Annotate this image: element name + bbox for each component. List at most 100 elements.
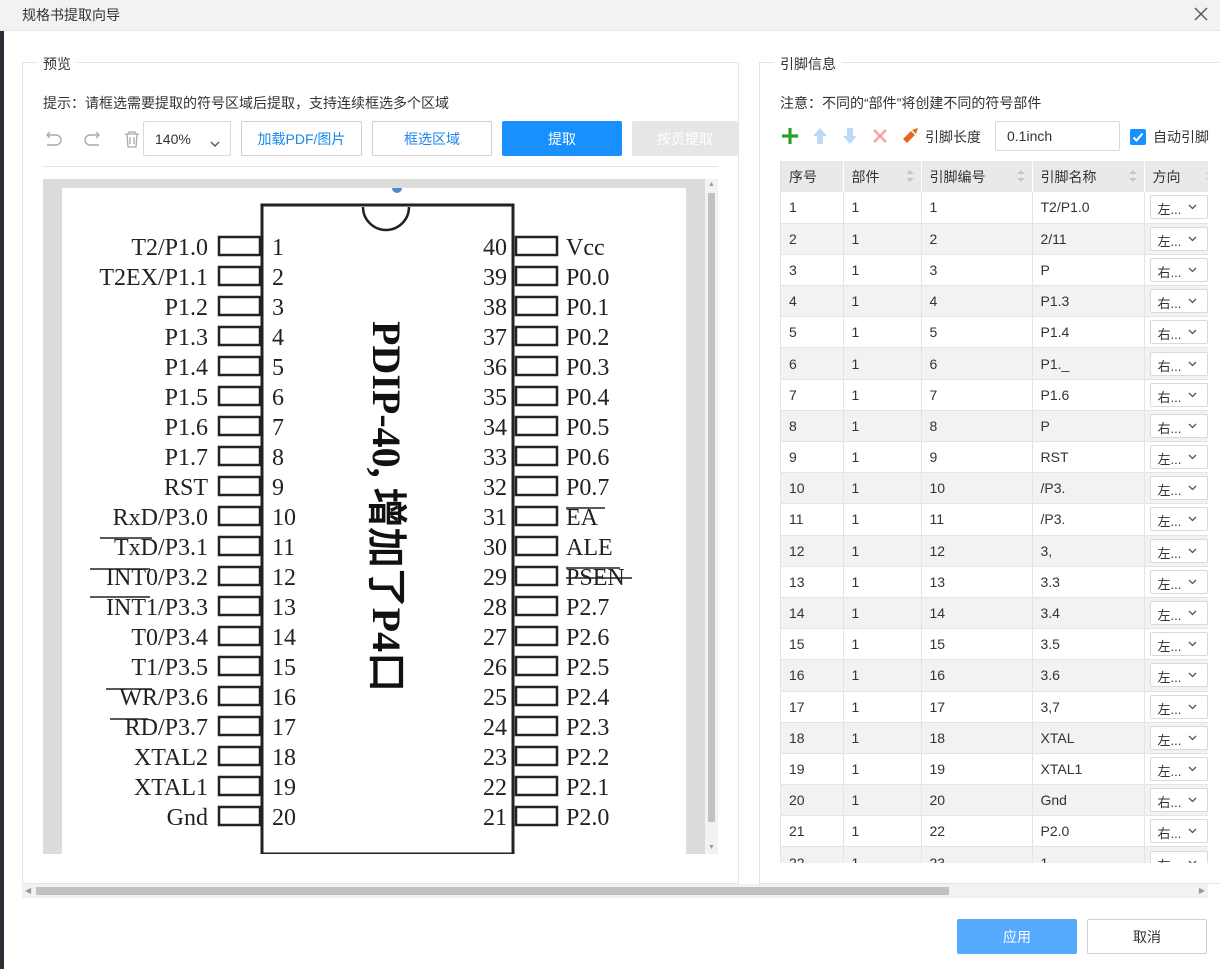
cell-part[interactable]: 1 <box>843 815 922 848</box>
cell-pin-number[interactable]: 4 <box>921 285 1033 318</box>
move-down-icon[interactable] <box>838 124 862 148</box>
cell-pin-name[interactable]: T2/P1.0 <box>1032 192 1145 224</box>
col-pin-number[interactable]: 引脚编号 <box>921 161 1033 192</box>
direction-select[interactable]: 左... <box>1149 850 1208 863</box>
table-row[interactable]: 20 1 20 Gnd 右... <box>781 784 1208 817</box>
table-row[interactable]: 1 1 1 T2/P1.0 左... <box>781 192 1208 224</box>
cell-pin-number[interactable]: 8 <box>921 410 1033 443</box>
table-row[interactable]: 9 1 9 RST 左... <box>781 441 1208 474</box>
direction-select[interactable]: 右... <box>1149 382 1208 407</box>
direction-select[interactable]: 左... <box>1149 476 1208 501</box>
direction-select[interactable]: 左... <box>1149 569 1208 594</box>
cell-pin-name[interactable]: 1 <box>1032 846 1145 863</box>
cell-part[interactable]: 1 <box>843 192 922 224</box>
cell-pin-number[interactable]: 10 <box>921 472 1033 505</box>
col-part[interactable]: 部件 <box>843 161 922 192</box>
table-row[interactable]: 4 1 4 P1.3 右... <box>781 285 1208 318</box>
cell-pin-name[interactable]: P2.0 <box>1032 815 1145 848</box>
cell-part[interactable]: 1 <box>843 254 922 287</box>
cell-part[interactable]: 1 <box>843 659 922 692</box>
cell-part[interactable]: 1 <box>843 566 922 598</box>
table-row[interactable]: 17 1 17 3,7 左... <box>781 691 1208 723</box>
cell-pin-name[interactable]: 3.5 <box>1032 628 1145 661</box>
direction-select[interactable]: 右... <box>1149 413 1208 438</box>
cell-pin-number[interactable]: 3 <box>921 254 1033 287</box>
direction-select[interactable]: 右... <box>1149 320 1208 345</box>
direction-select[interactable]: 左... <box>1149 694 1208 719</box>
table-row[interactable]: 10 1 10/P3. 左... <box>781 472 1208 505</box>
horizontal-scroll-thumb[interactable] <box>36 887 949 895</box>
table-row[interactable]: 16 1 16 3.6 左... <box>781 659 1208 692</box>
cell-pin-name[interactable]: P1.3 <box>1032 285 1145 318</box>
cell-part[interactable]: 1 <box>843 846 922 863</box>
direction-select[interactable]: 右... <box>1149 788 1208 813</box>
cell-pin-number[interactable]: 16 <box>921 659 1033 692</box>
cell-pin-name[interactable]: XTAL <box>1032 722 1145 754</box>
cell-pin-name[interactable]: 3.3 <box>1032 566 1145 598</box>
table-row[interactable]: 19 1 19 XTAL1 左... <box>781 753 1208 786</box>
cell-pin-name[interactable]: XTAL1 <box>1032 753 1145 786</box>
table-row[interactable]: 6 1 6 P1._ 右... <box>781 347 1208 380</box>
pin-length-input[interactable] <box>995 121 1120 151</box>
cell-pin-name[interactable]: Gnd <box>1032 784 1145 817</box>
cell-part[interactable]: 1 <box>843 316 922 349</box>
direction-select[interactable]: 左... <box>1149 632 1208 657</box>
cell-part[interactable]: 1 <box>843 410 922 443</box>
add-icon[interactable] <box>778 124 802 148</box>
direction-select[interactable]: 左... <box>1149 663 1208 688</box>
direction-select[interactable]: 左... <box>1149 507 1208 532</box>
cell-pin-number[interactable]: 9 <box>921 441 1033 474</box>
cell-pin-number[interactable]: 19 <box>921 753 1033 786</box>
cell-pin-name[interactable]: /P3. <box>1032 503 1145 536</box>
cell-pin-name[interactable]: RST <box>1032 441 1145 474</box>
horizontal-scrollbar[interactable]: ◀ ▶ <box>22 884 1208 898</box>
direction-select[interactable]: 右... <box>1149 257 1208 282</box>
cell-pin-number[interactable]: 20 <box>921 784 1033 817</box>
cell-pin-number[interactable]: 5 <box>921 316 1033 349</box>
cell-pin-name[interactable]: 3.4 <box>1032 597 1145 630</box>
table-row[interactable]: 18 1 18 XTAL 左... <box>781 722 1208 754</box>
col-direction[interactable]: 方向 <box>1144 161 1208 192</box>
preview-vertical-scrollbar[interactable]: ▲ ▼ <box>705 179 718 854</box>
cell-pin-number[interactable]: 6 <box>921 347 1033 380</box>
trash-icon[interactable] <box>120 127 144 151</box>
table-row[interactable]: 14 1 14 3.4 左... <box>781 597 1208 630</box>
extract-button[interactable]: 提取 <box>502 121 622 156</box>
direction-select[interactable]: 左... <box>1149 601 1208 626</box>
cell-pin-name[interactable]: 2/11 <box>1032 223 1145 255</box>
table-row[interactable]: 7 1 7 P1.6 右... <box>781 379 1208 411</box>
cell-pin-number[interactable]: 22 <box>921 815 1033 848</box>
table-row[interactable]: 5 1 5 P1.4 右... <box>781 316 1208 349</box>
table-row[interactable]: 8 1 8 P 右... <box>781 410 1208 443</box>
cell-pin-number[interactable]: 14 <box>921 597 1033 630</box>
table-row[interactable]: 221231左... <box>781 846 1208 863</box>
col-pin-name[interactable]: 引脚名称 <box>1032 161 1145 192</box>
direction-select[interactable]: 右... <box>1149 351 1208 376</box>
cell-pin-number[interactable]: 23 <box>921 846 1033 863</box>
cell-part[interactable]: 1 <box>843 784 922 817</box>
cell-pin-name[interactable]: P1._ <box>1032 347 1145 380</box>
cell-pin-number[interactable]: 2 <box>921 223 1033 255</box>
table-row[interactable]: 12 1 12 3, 左... <box>781 535 1208 567</box>
direction-select[interactable]: 左... <box>1149 445 1208 470</box>
table-row[interactable]: 2 1 2 2/11 左... <box>781 223 1208 255</box>
direction-select[interactable]: 左... <box>1149 538 1208 563</box>
cell-pin-number[interactable]: 12 <box>921 535 1033 567</box>
preview-scroll-thumb[interactable] <box>708 193 715 822</box>
table-row[interactable]: 15 1 15 3.5 左... <box>781 628 1208 661</box>
cell-pin-number[interactable]: 17 <box>921 691 1033 723</box>
cell-pin-name[interactable]: P <box>1032 254 1145 287</box>
delete-icon[interactable] <box>868 124 892 148</box>
cell-part[interactable]: 1 <box>843 379 922 411</box>
cell-pin-name[interactable]: /P3. <box>1032 472 1145 505</box>
cell-pin-name[interactable]: P1.6 <box>1032 379 1145 411</box>
cell-part[interactable]: 1 <box>843 441 922 474</box>
table-row[interactable]: 3 1 3 P 右... <box>781 254 1208 287</box>
direction-select[interactable]: 左... <box>1149 725 1208 750</box>
apply-button[interactable]: 应用 <box>957 919 1077 954</box>
cell-part[interactable]: 1 <box>843 472 922 505</box>
undo-icon[interactable] <box>41 127 65 151</box>
direction-select[interactable]: 左... <box>1149 756 1208 781</box>
cell-part[interactable]: 1 <box>843 535 922 567</box>
cell-part[interactable]: 1 <box>843 285 922 318</box>
